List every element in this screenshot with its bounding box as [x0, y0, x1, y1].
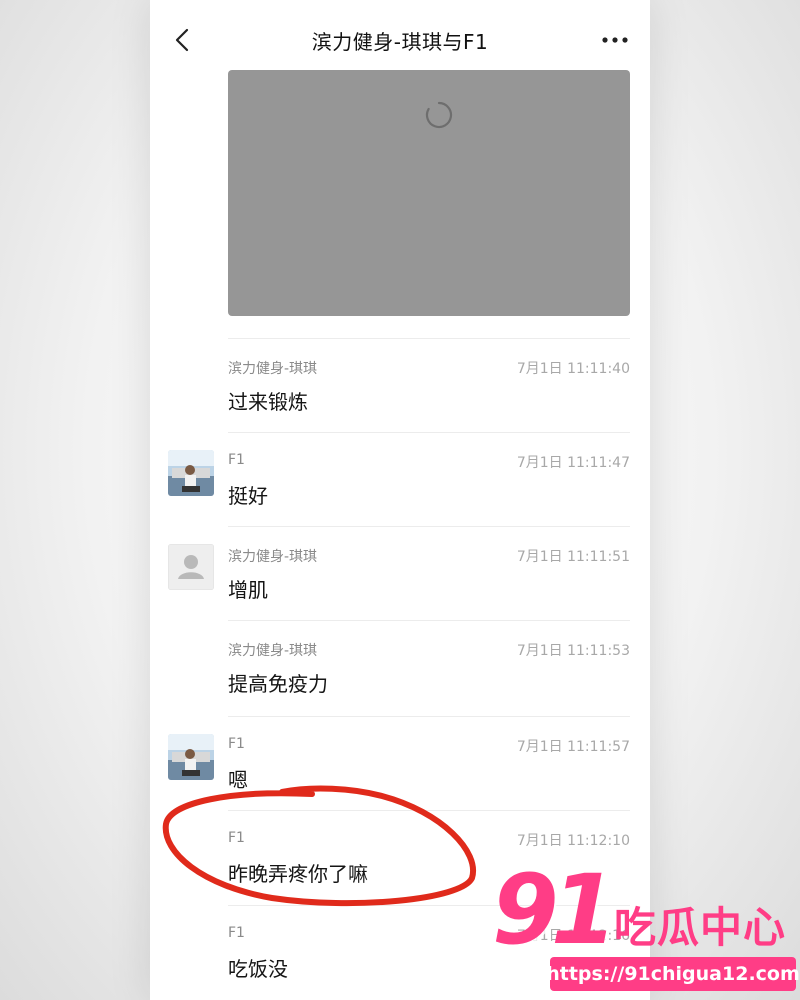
- more-dots-icon: [602, 37, 628, 43]
- nav-bar: 滨力健身-琪琪与F1: [150, 0, 650, 80]
- message-text: 增肌: [228, 578, 268, 602]
- message-time: 7月1日 11:12:10: [516, 833, 630, 849]
- message-sender: 滨力健身-琪琪: [228, 549, 318, 565]
- message-time: 7月1日 11:11:53: [516, 643, 630, 659]
- message-text: 提高免疫力: [228, 672, 328, 696]
- avatar[interactable]: [168, 450, 214, 496]
- divider: [228, 620, 630, 621]
- message-sender: F1: [228, 452, 245, 468]
- watermark-number: 91: [492, 854, 618, 966]
- message-text: 嗯: [228, 768, 248, 792]
- divider: [228, 526, 630, 527]
- message-text: 过来锻炼: [228, 390, 308, 414]
- avatar[interactable]: [168, 544, 214, 590]
- avatar[interactable]: [168, 734, 214, 780]
- divider: [228, 432, 630, 433]
- message-sender: F1: [228, 830, 245, 846]
- media-placeholder[interactable]: [228, 70, 630, 316]
- message-time: 7月1日 11:11:57: [516, 739, 630, 755]
- chevron-left-icon: [175, 28, 189, 52]
- user-photo-avatar: [168, 734, 214, 780]
- message-time: 7月1日 11:11:47: [516, 455, 630, 471]
- more-button[interactable]: [600, 28, 630, 52]
- message-row[interactable]: 滨力健身-琪琪 7月1日 11:11:53 提高免疫力: [150, 620, 650, 714]
- message-sender: F1: [228, 736, 245, 752]
- default-avatar-icon: [168, 544, 214, 590]
- divider: [228, 810, 630, 811]
- message-time: 7月1日 11:11:40: [516, 361, 630, 377]
- message-sender: F1: [228, 925, 245, 941]
- message-text: 挺好: [228, 484, 268, 508]
- message-row[interactable]: 滨力健身-琪琪 7月1日 11:11:51 增肌: [150, 526, 650, 620]
- message-sender: 滨力健身-琪琪: [228, 643, 318, 659]
- watermark-url: https://91chigua12.com: [546, 957, 800, 991]
- divider: [228, 338, 630, 339]
- message-row[interactable]: F1 7月1日 11:11:47 挺好: [150, 432, 650, 526]
- message-row[interactable]: F1 7月1日 11:11:57 嗯: [150, 716, 650, 810]
- watermark-text: 吃瓜中心: [614, 903, 787, 952]
- page-title: 滨力健身-琪琪与F1: [311, 29, 489, 54]
- user-photo-avatar: [168, 450, 214, 496]
- message-time: 7月1日 11:11:51: [516, 549, 630, 565]
- message-text: 吃饭没: [228, 957, 288, 981]
- site-watermark: 91 吃瓜中心 https://91chigua12.com: [490, 862, 800, 1000]
- divider: [228, 716, 630, 717]
- message-sender: 滨力健身-琪琪: [228, 361, 318, 377]
- back-button[interactable]: [168, 26, 196, 54]
- message-row[interactable]: 滨力健身-琪琪 7月1日 11:11:40 过来锻炼: [150, 338, 650, 432]
- message-text: 昨晚弄疼你了嘛: [228, 862, 368, 886]
- loading-spinner-icon: [425, 101, 453, 129]
- chat-history-screen: 滨力健身-琪琪与F1 滨力健身-琪琪 7月1日 11:11:40 过来锻炼 F1…: [150, 0, 650, 1000]
